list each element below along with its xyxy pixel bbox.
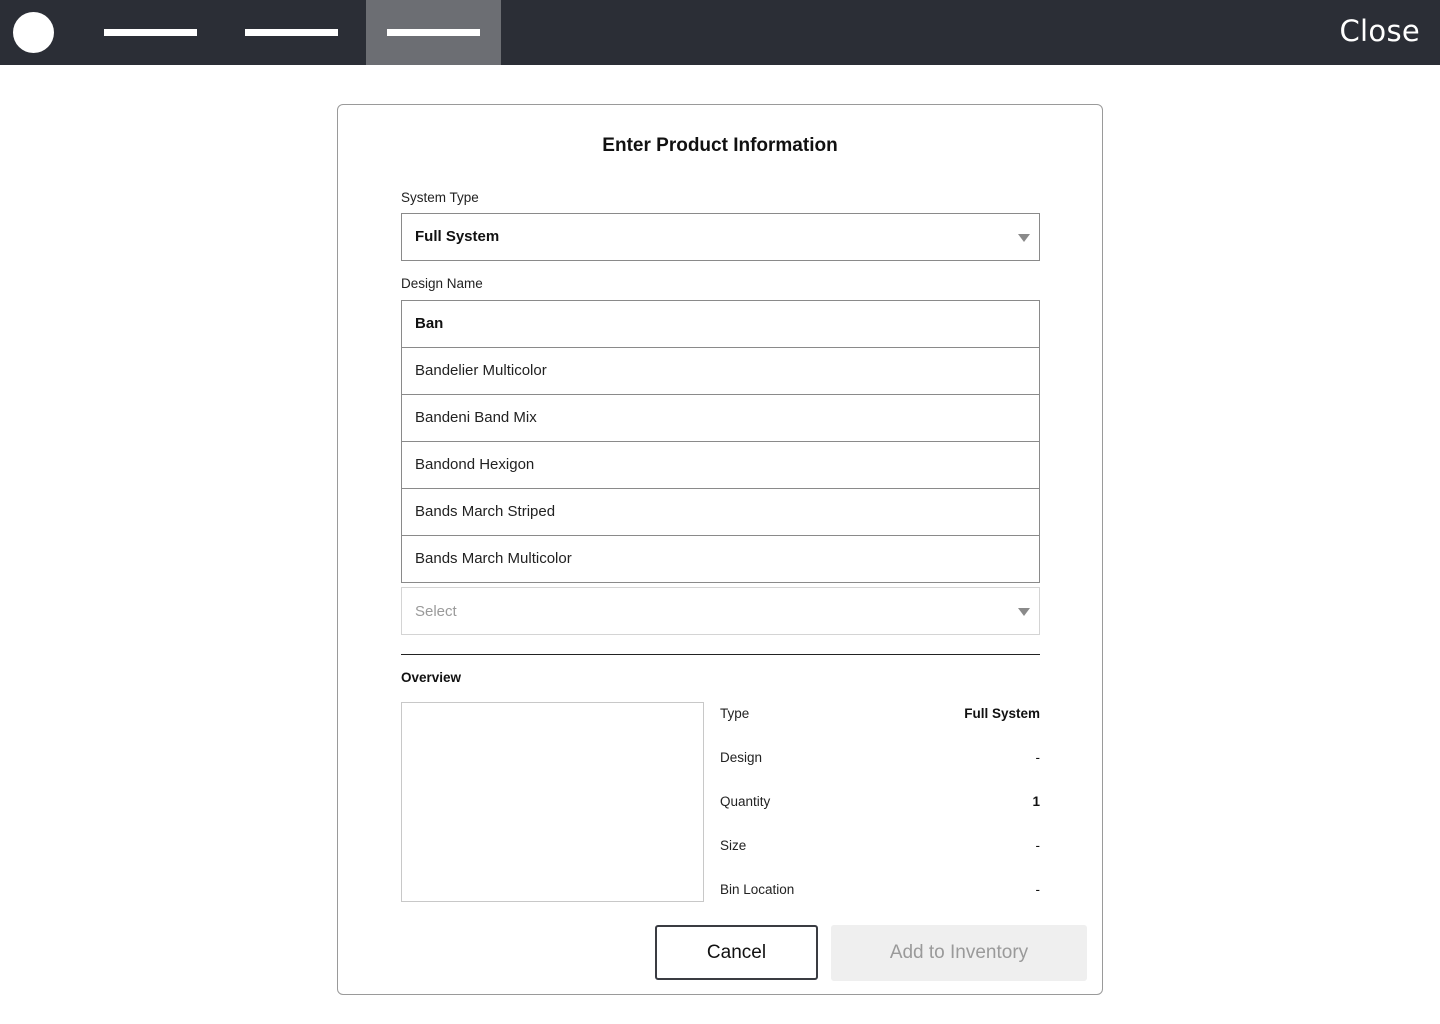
design-name-value: Ban — [415, 315, 444, 332]
size-select-placeholder: Select — [415, 603, 457, 620]
summary-key: Design — [720, 750, 763, 765]
close-button[interactable]: Close — [1340, 14, 1421, 48]
design-name-input[interactable]: Ban — [402, 301, 1039, 348]
card-title: Enter Product Information — [602, 135, 838, 156]
design-suggestion[interactable]: Bandelier Multicolor — [402, 348, 1039, 395]
design-suggestion-label: Bands March Striped — [415, 503, 556, 520]
design-name-combobox: Ban Bandelier Multicolor Bandeni Band Mi… — [401, 300, 1040, 583]
design-suggestion-label: Bandeni Band Mix — [415, 409, 537, 426]
overview-summary: Type Full System Design - Quantity 1 Siz… — [720, 702, 1040, 922]
design-name-label: Design Name — [401, 276, 483, 291]
summary-row-quantity: Quantity 1 — [720, 790, 1040, 834]
summary-key: Quantity — [720, 794, 771, 809]
nav-tab-2[interactable] — [229, 0, 354, 65]
summary-row-design: Design - — [720, 746, 1040, 790]
summary-key: Size — [720, 838, 747, 853]
chevron-down-icon — [1018, 234, 1030, 242]
summary-value: - — [1035, 838, 1041, 853]
summary-row-size: Size - — [720, 834, 1040, 878]
summary-value: - — [1035, 750, 1041, 765]
summary-value: 1 — [1032, 794, 1040, 809]
nav-tab-3-placeholder — [387, 29, 480, 36]
divider — [401, 654, 1040, 655]
system-type-select[interactable]: Full System — [401, 213, 1040, 261]
system-type-label: System Type — [401, 190, 479, 205]
summary-key: Bin Location — [720, 882, 795, 897]
add-to-inventory-button[interactable]: Add to Inventory — [831, 925, 1087, 981]
nav-tab-3-active[interactable] — [366, 0, 501, 65]
product-preview-image — [401, 702, 704, 902]
nav-tab-1-placeholder — [104, 29, 197, 36]
summary-key: Type — [720, 706, 750, 721]
top-navigation-bar: Close — [0, 0, 1440, 65]
system-type-value: Full System — [415, 228, 500, 245]
summary-value: - — [1035, 882, 1041, 897]
design-suggestion[interactable]: Bandeni Band Mix — [402, 395, 1039, 442]
design-suggestion-label: Bandelier Multicolor — [415, 362, 547, 379]
design-suggestion-label: Bands March Multicolor — [415, 550, 572, 567]
chevron-down-icon — [1018, 608, 1030, 616]
summary-row-type: Type Full System — [720, 702, 1040, 746]
design-suggestion[interactable]: Bandond Hexigon — [402, 442, 1039, 489]
avatar[interactable] — [13, 12, 54, 53]
cancel-button[interactable]: Cancel — [655, 925, 818, 980]
design-suggestion[interactable]: Bands March Multicolor — [402, 536, 1039, 582]
design-suggestion-label: Bandond Hexigon — [415, 456, 535, 473]
nav-tab-1[interactable] — [88, 0, 213, 65]
summary-row-bin-location: Bin Location - — [720, 878, 1040, 922]
product-info-card: Enter Product Information System Type Fu… — [337, 104, 1103, 995]
overview-heading: Overview — [401, 670, 462, 685]
summary-value: Full System — [964, 706, 1040, 721]
nav-tab-2-placeholder — [245, 29, 338, 36]
size-select[interactable]: Select — [401, 587, 1040, 635]
design-suggestion[interactable]: Bands March Striped — [402, 489, 1039, 536]
